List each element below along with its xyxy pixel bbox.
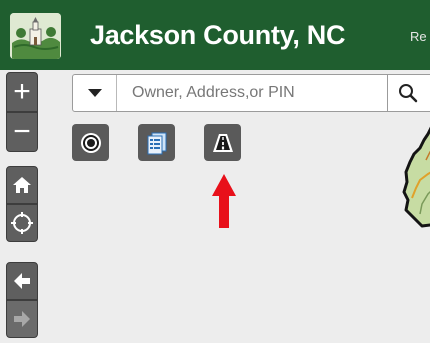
search-bar [72,74,430,112]
zoom-out-button[interactable]: − [6,112,38,152]
concentric-circles-icon [80,132,101,153]
home-button[interactable] [6,166,38,204]
app-header: Jackson County, NC Re [0,0,430,70]
legend-tool-button[interactable] [138,124,175,161]
caret-down-icon [87,89,102,97]
map-view[interactable]: + − [0,70,430,343]
zoom-in-label: + [13,75,31,108]
arrow-right-icon [14,311,30,327]
zoom-in-button[interactable]: + [6,72,38,112]
search-input[interactable] [117,75,387,111]
county-seal-logo [10,13,61,59]
map-nav-toolbar: + − [0,70,63,343]
search-icon [399,84,418,103]
locate-button[interactable] [6,204,38,242]
next-extent-button[interactable] [6,300,38,338]
arrow-left-icon [14,273,30,289]
search-source-dropdown[interactable] [73,75,117,111]
red-arrow-up-icon [212,174,236,233]
road-icon [212,133,233,152]
county-boundary-map [398,118,430,233]
app-title: Jackson County, NC [90,20,346,50]
road-tool-button[interactable] [204,124,241,161]
locate-crosshair-icon [11,212,33,234]
home-icon [13,177,31,193]
document-list-icon [147,132,166,154]
previous-extent-button[interactable] [6,262,38,300]
layers-tool-button[interactable] [72,124,109,161]
header-link-truncated[interactable]: Re [410,29,427,44]
zoom-out-label: − [13,115,31,148]
search-button[interactable] [387,75,430,111]
